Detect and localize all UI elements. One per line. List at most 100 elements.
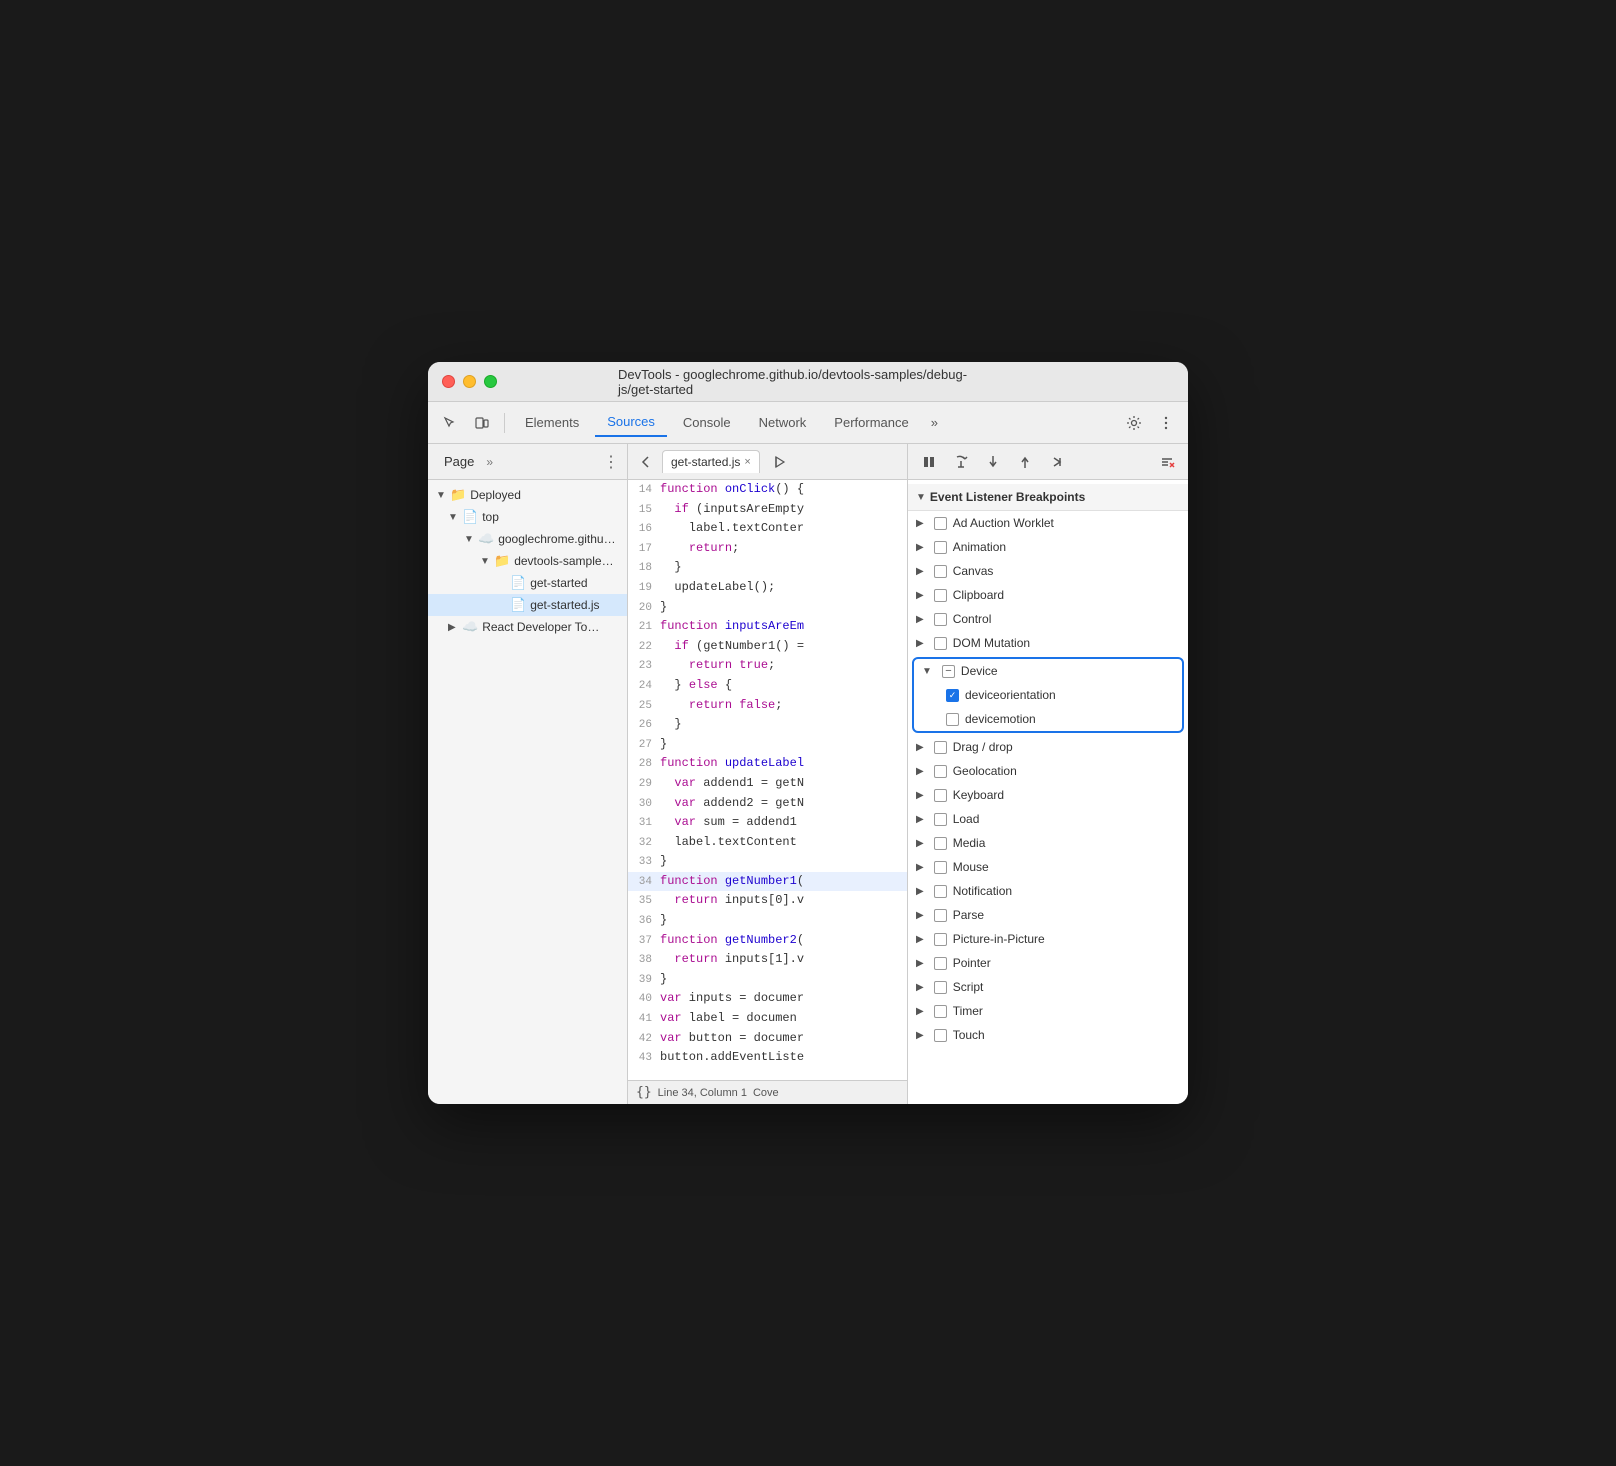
code-line-39: 39} [628, 970, 907, 990]
tab-performance[interactable]: Performance [822, 409, 920, 436]
bp-item-animation[interactable]: ▶ Animation [908, 535, 1188, 559]
code-lines: 14function onClick() { 15 if (inputsAreE… [628, 480, 907, 1068]
bp-item-load[interactable]: ▶ Load [908, 807, 1188, 831]
bp-item-keyboard[interactable]: ▶ Keyboard [908, 783, 1188, 807]
bp-item-pointer[interactable]: ▶ Pointer [908, 951, 1188, 975]
bp-check-media[interactable] [934, 837, 947, 850]
tree-item-getstarted-js[interactable]: ▶ 📄 get-started.js [428, 594, 627, 616]
bp-arrow-canvas: ▶ [916, 566, 924, 577]
page-tab[interactable]: Page [436, 450, 482, 473]
bp-item-geolocation[interactable]: ▶ Geolocation [908, 759, 1188, 783]
tree-item-devtools[interactable]: ▼ 📁 devtools-sample… [428, 550, 627, 572]
bp-item-adauction[interactable]: ▶ Ad Auction Worklet [908, 511, 1188, 535]
bp-item-pip[interactable]: ▶ Picture-in-Picture [908, 927, 1188, 951]
bp-label-devicemotion: devicemotion [965, 712, 1036, 726]
bp-check-geo[interactable] [934, 765, 947, 778]
bp-item-parse[interactable]: ▶ Parse [908, 903, 1188, 927]
right-panel: ▼ Event Listener Breakpoints ▶ Ad Auctio… [908, 444, 1188, 1104]
tree-item-deployed[interactable]: ▼ 📁 Deployed [428, 484, 627, 506]
bp-arrow-media: ▶ [916, 838, 924, 849]
bp-item-deviceorientation[interactable]: deviceorientation [914, 683, 1182, 707]
tree-item-top[interactable]: ▼ 📄 top [428, 506, 627, 528]
bp-item-touch[interactable]: ▶ Touch [908, 1023, 1188, 1047]
bp-check-load[interactable] [934, 813, 947, 826]
bp-item-script[interactable]: ▶ Script [908, 975, 1188, 999]
step-over-button[interactable] [948, 449, 974, 475]
bp-check-notif[interactable] [934, 885, 947, 898]
bp-check-mouse[interactable] [934, 861, 947, 874]
panel-menu-icon[interactable]: ⋮ [603, 452, 619, 472]
tree-item-getstarted[interactable]: ▶ 📄 get-started [428, 572, 627, 594]
bp-check-script[interactable] [934, 981, 947, 994]
inspect-icon[interactable] [436, 409, 464, 437]
code-line-36: 36} [628, 911, 907, 931]
close-file-icon[interactable]: × [744, 456, 750, 468]
more-panels-button[interactable]: » [486, 455, 493, 469]
bp-check-dom[interactable] [934, 637, 947, 650]
bp-arrow-keyboard: ▶ [916, 790, 924, 801]
bp-item-devicemotion[interactable]: devicemotion [914, 707, 1182, 731]
bp-check-parse[interactable] [934, 909, 947, 922]
tab-elements[interactable]: Elements [513, 409, 591, 436]
bp-check-animation[interactable] [934, 541, 947, 554]
bp-item-clipboard[interactable]: ▶ Clipboard [908, 583, 1188, 607]
bp-label-deviceorientation: deviceorientation [965, 688, 1056, 702]
bp-check-keyboard[interactable] [934, 789, 947, 802]
pause-button[interactable] [916, 449, 942, 475]
settings-icon[interactable] [1120, 409, 1148, 437]
bp-item-mouse[interactable]: ▶ Mouse [908, 855, 1188, 879]
bp-check-clipboard[interactable] [934, 589, 947, 602]
tab-sources[interactable]: Sources [595, 408, 667, 437]
bp-check-control[interactable] [934, 613, 947, 626]
bp-check-device[interactable] [942, 665, 955, 678]
bp-item-dragdrop[interactable]: ▶ Drag / drop [908, 735, 1188, 759]
bp-check-pip[interactable] [934, 933, 947, 946]
bp-item-control[interactable]: ▶ Control [908, 607, 1188, 631]
code-line-28: 28function updateLabel [628, 754, 907, 774]
tab-network[interactable]: Network [747, 409, 819, 436]
close-button[interactable] [442, 375, 455, 388]
device-toggle-icon[interactable] [468, 409, 496, 437]
more-tabs-button[interactable]: » [925, 411, 944, 434]
bp-item-timer[interactable]: ▶ Timer [908, 999, 1188, 1023]
minimize-button[interactable] [463, 375, 476, 388]
bp-check-adauction[interactable] [934, 517, 947, 530]
bp-item-canvas[interactable]: ▶ Canvas [908, 559, 1188, 583]
bp-item-media[interactable]: ▶ Media [908, 831, 1188, 855]
code-file-tab[interactable]: get-started.js × [662, 450, 760, 473]
bp-check-touch[interactable] [934, 1029, 947, 1042]
folder-icon-top: 📄 [462, 509, 478, 525]
main-toolbar: Elements Sources Console Network Perform… [428, 402, 1188, 444]
bp-arrow-notif: ▶ [916, 886, 924, 897]
bp-arrow-dom: ▶ [916, 638, 924, 649]
step-out-button[interactable] [1012, 449, 1038, 475]
maximize-button[interactable] [484, 375, 497, 388]
pretty-print-icon[interactable]: {} [636, 1085, 652, 1100]
bp-check-canvas[interactable] [934, 565, 947, 578]
step-button[interactable] [1044, 449, 1070, 475]
bp-check-timer[interactable] [934, 1005, 947, 1018]
bp-item-dommutation[interactable]: ▶ DOM Mutation [908, 631, 1188, 655]
run-snippet-icon[interactable] [768, 450, 792, 474]
code-line-33: 33} [628, 852, 907, 872]
tab-console[interactable]: Console [671, 409, 743, 436]
bp-check-devicemotion[interactable] [946, 713, 959, 726]
tree-item-react[interactable]: ▶ ☁️ React Developer To… [428, 616, 627, 638]
more-options-icon[interactable] [1152, 409, 1180, 437]
bp-item-notification[interactable]: ▶ Notification [908, 879, 1188, 903]
step-into-button[interactable] [980, 449, 1006, 475]
code-editor[interactable]: 14function onClick() { 15 if (inputsAreE… [628, 480, 907, 1080]
navigate-back-icon[interactable] [634, 450, 658, 474]
bp-label-device: Device [961, 664, 998, 678]
bp-label-media: Media [953, 836, 986, 850]
toolbar-right [1120, 409, 1180, 437]
deactivate-breakpoints-button[interactable] [1154, 449, 1180, 475]
code-line-41: 41var label = documen [628, 1009, 907, 1029]
bp-check-deviceorientation[interactable] [946, 689, 959, 702]
bp-arrow-timer: ▶ [916, 1006, 924, 1017]
code-filename: get-started.js [671, 455, 740, 469]
tree-item-googlechrome[interactable]: ▼ ☁️ googlechrome.githu… [428, 528, 627, 550]
bp-item-device[interactable]: ▼ Device [914, 659, 1182, 683]
bp-check-pointer[interactable] [934, 957, 947, 970]
bp-check-dragdrop[interactable] [934, 741, 947, 754]
